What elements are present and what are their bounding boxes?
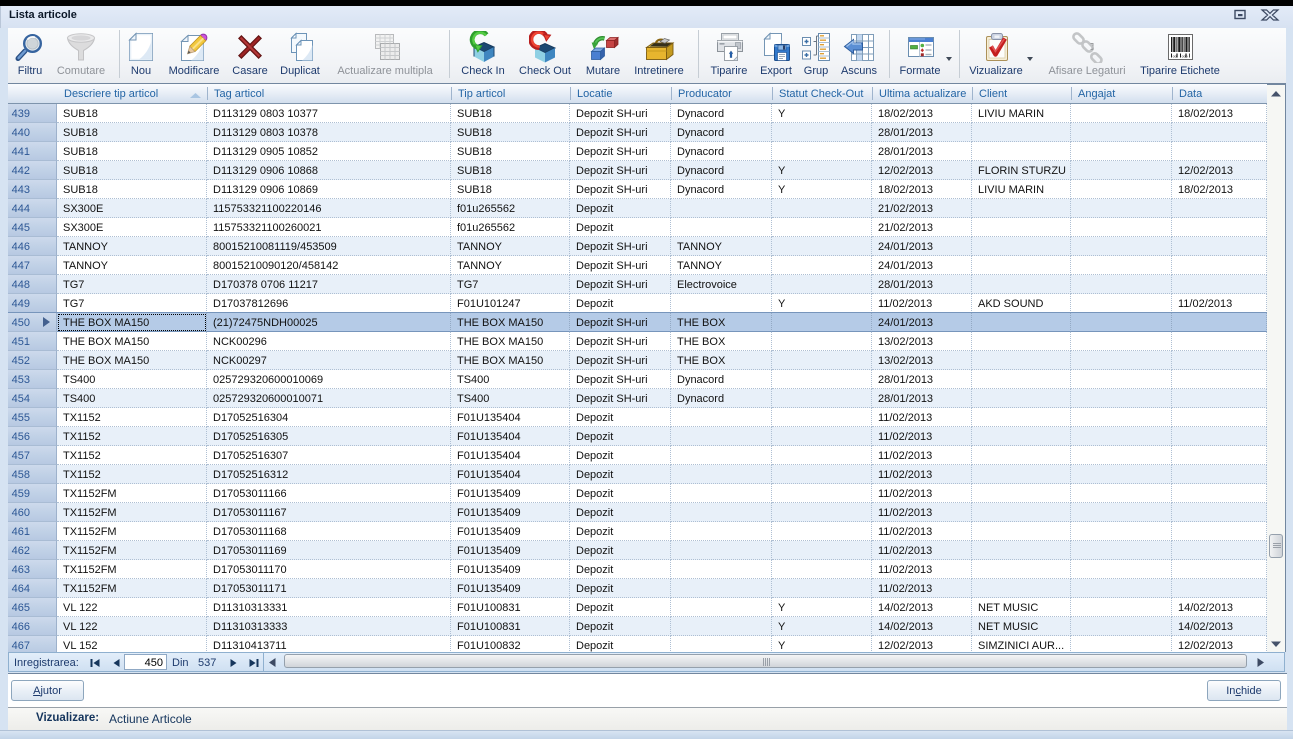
svg-text:ooo: ooo xyxy=(1182,54,1188,58)
svg-text:oo: oo xyxy=(1173,54,1177,58)
